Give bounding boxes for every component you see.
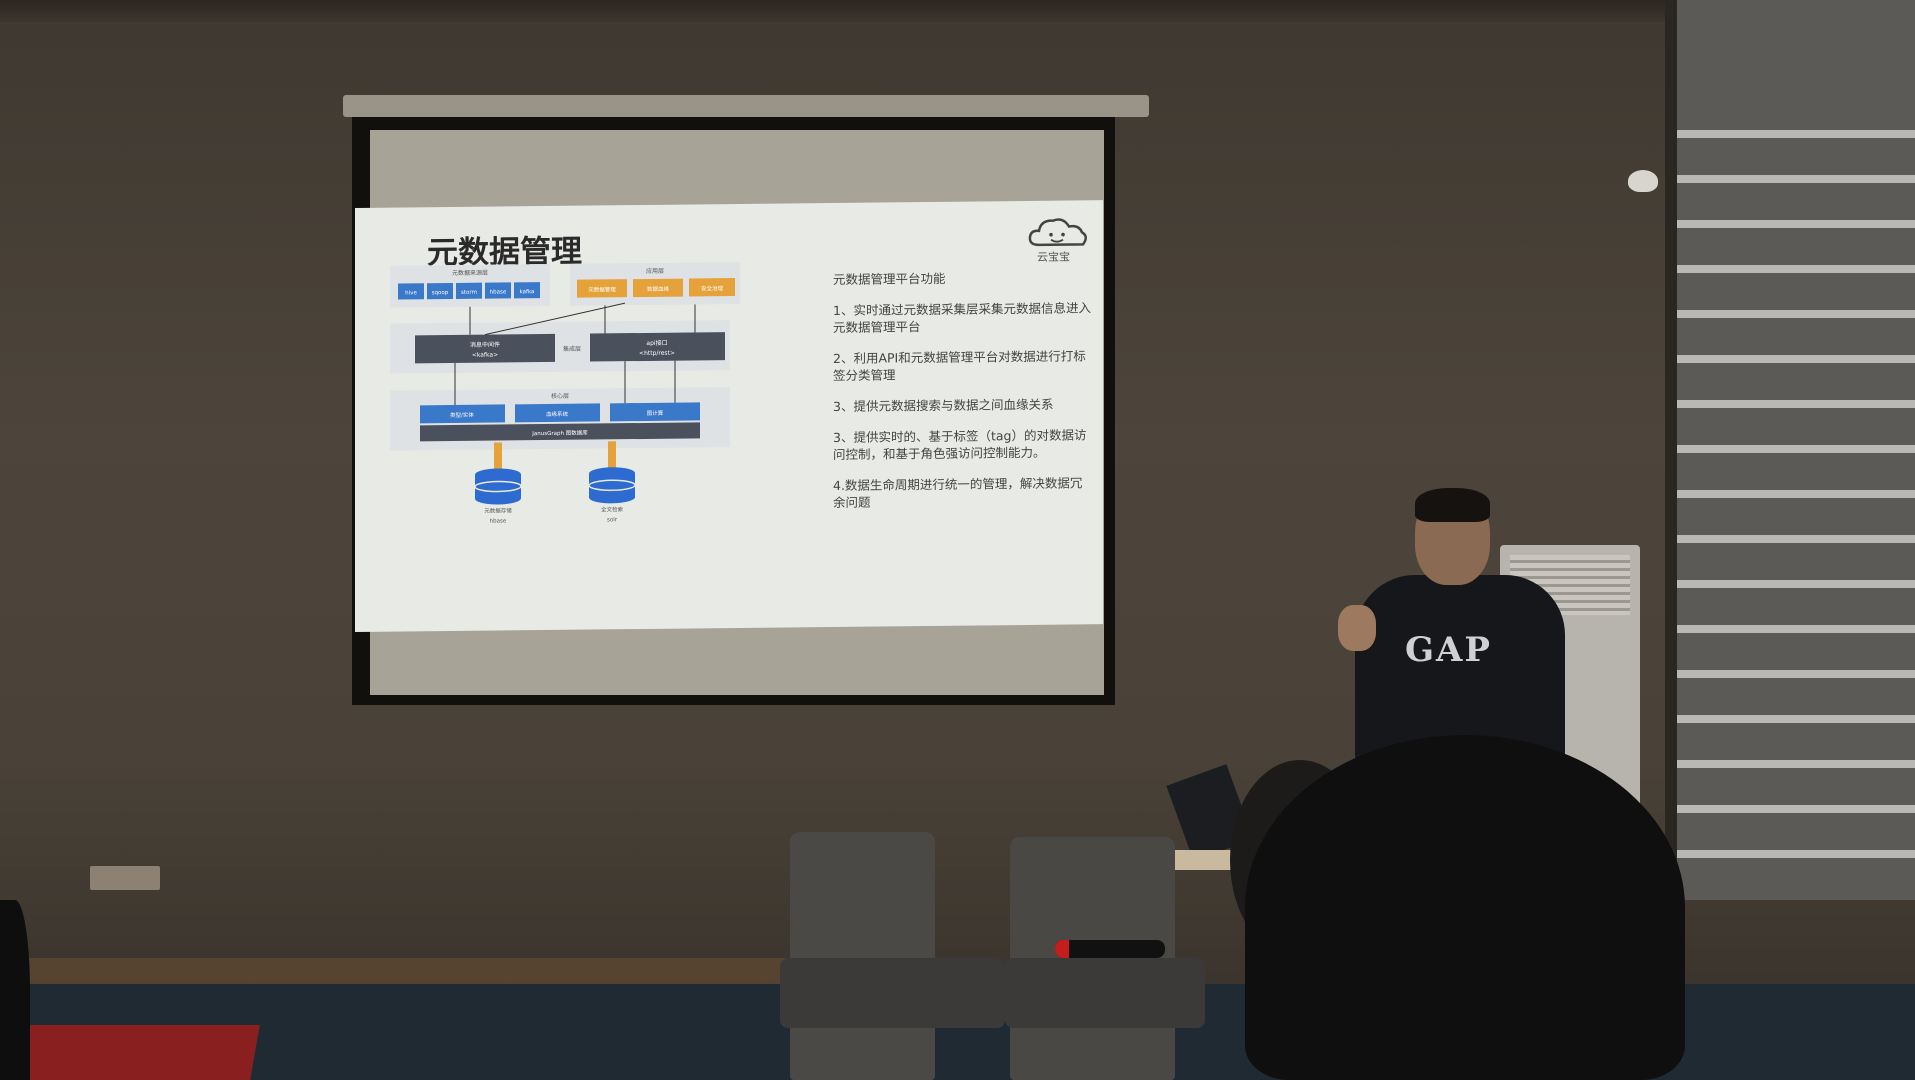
blind-slat [1665,715,1915,723]
blind-slat [1665,445,1915,453]
blind-slat [1665,265,1915,273]
feature-list: 元数据管理平台功能 1、实时通过元数据采集层采集元数据信息进入元数据管理平台 2… [833,268,1093,525]
feature-item: 1、实时通过元数据采集层采集元数据信息进入元数据管理平台 [833,300,1091,335]
cloud-logo-icon [1028,218,1087,247]
presenter-hand [1338,605,1376,651]
core-item-label: 类型/实体 [450,411,474,419]
blind-slat [1665,625,1915,633]
source-label: sqoop [432,290,449,296]
source-group-label: 元数据来源层 [452,269,488,277]
audience-left-edge [0,900,30,1080]
presentation-slide: 元数据管理 云宝宝 元数据来源层 hive sqoop storm hbase … [355,200,1103,632]
microphone-icon [1055,940,1165,958]
blind-slat [1665,580,1915,588]
feature-list-heading: 元数据管理平台功能 [833,270,946,287]
db-left-label: 元数据存储 [484,506,512,514]
projector-screen-rod [343,95,1149,117]
app-label: 数据血缘 [647,285,669,293]
database-right-icon [588,467,636,504]
baseboard [0,958,800,984]
red-carpet [15,1025,260,1080]
db-right-sub: solr [607,517,618,523]
architecture-diagram: 元数据来源层 hive sqoop storm hbase kafka 应用层 … [390,261,740,525]
chair-right-seat [1005,958,1205,1028]
source-label: hive [405,290,417,296]
core-item-label: 血缘系统 [546,410,568,418]
blind-slat [1665,175,1915,183]
message-middleware-label: 消息中间件 [470,340,500,348]
db-left-sub: hbase [490,518,507,524]
presenter-hair [1415,488,1490,522]
blind-slat [1665,760,1915,768]
blind-slat [1665,355,1915,363]
blind-slat [1665,400,1915,408]
security-camera [1628,170,1658,192]
integration-label: 集成层 [563,345,581,353]
source-label: hbase [490,289,507,295]
api-sub: <http/rest> [639,350,675,357]
microphone-tip [1055,940,1069,958]
chair-left-back [790,832,935,1080]
source-label: kafka [520,289,535,295]
blind-slat [1665,310,1915,318]
feature-item: 4.数据生命周期进行统一的管理，解决数据冗余问题 [833,475,1083,510]
source-boxes: hive sqoop storm hbase kafka [398,282,540,300]
feature-item: 2、利用API和元数据管理平台对数据进行打标签分类管理 [833,348,1086,383]
blind-slat [1665,805,1915,813]
shirt-logo: GAP [1405,630,1492,670]
app-group-label: 应用层 [646,267,664,275]
db-right-label: 全文检索 [601,505,623,513]
source-label: storm [461,290,477,296]
blind-slat [1665,670,1915,678]
audience-head-foreground [1245,735,1685,1080]
blind-slat [1665,130,1915,138]
feature-item: 3、提供元数据搜索与数据之间血缘关系 [833,396,1054,414]
core-label: 核心层 [551,392,569,400]
core-item-label: 图计算 [647,409,664,417]
window-frame [1665,0,1677,900]
feature-item: 3、提供实时的、基于标签（tag）的对数据访问控制，和基于角色强访问控制能力。 [833,427,1087,462]
ceiling [0,0,1915,22]
blind-slat [1665,220,1915,228]
chair-left-seat [780,958,1005,1028]
arrow-up-orange [608,441,616,470]
wall-socket [90,866,160,890]
message-middleware-sub: <kafka> [472,352,498,359]
database-left-icon [474,468,522,505]
window-blinds [1665,0,1915,900]
blind-slat [1665,535,1915,543]
blind-slat [1665,850,1915,858]
arrow-up-orange [494,442,502,471]
logo-text: 云宝宝 [1037,250,1070,264]
app-label: 安全治理 [701,284,723,292]
api-label: api接口 [646,339,667,347]
blind-slat [1665,490,1915,498]
